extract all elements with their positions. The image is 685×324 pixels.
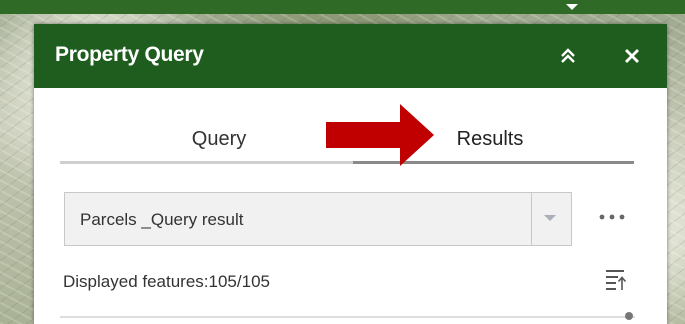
- result-select[interactable]: Parcels _Query result: [64, 192, 572, 246]
- result-select-value: Parcels _Query result: [80, 210, 244, 229]
- caret-down-icon: [566, 4, 578, 10]
- close-icon: [625, 49, 639, 63]
- results-divider: [60, 316, 635, 318]
- tab-results[interactable]: Results: [410, 128, 570, 151]
- select-divider: [531, 193, 532, 245]
- map-top-bar: [0, 0, 685, 14]
- red-arrow-icon: [326, 104, 434, 166]
- tab-underline-query: [60, 161, 353, 164]
- panel-title: Property Query: [55, 43, 204, 66]
- close-button[interactable]: [618, 42, 646, 70]
- collapse-button[interactable]: [554, 42, 582, 70]
- scroll-handle[interactable]: [625, 312, 633, 320]
- double-chevron-up-icon: [561, 48, 575, 63]
- ellipsis-icon: [599, 214, 625, 220]
- panel-header: Property Query: [34, 24, 667, 88]
- caret-down-icon[interactable]: [543, 213, 557, 223]
- tab-query[interactable]: Query: [139, 128, 299, 151]
- more-options-button[interactable]: [597, 209, 627, 225]
- property-query-panel: Property Query Query Results Parcels _Qu…: [34, 24, 667, 324]
- sort-icon[interactable]: [605, 268, 627, 292]
- displayed-features-label: Displayed features:105/105: [63, 272, 270, 291]
